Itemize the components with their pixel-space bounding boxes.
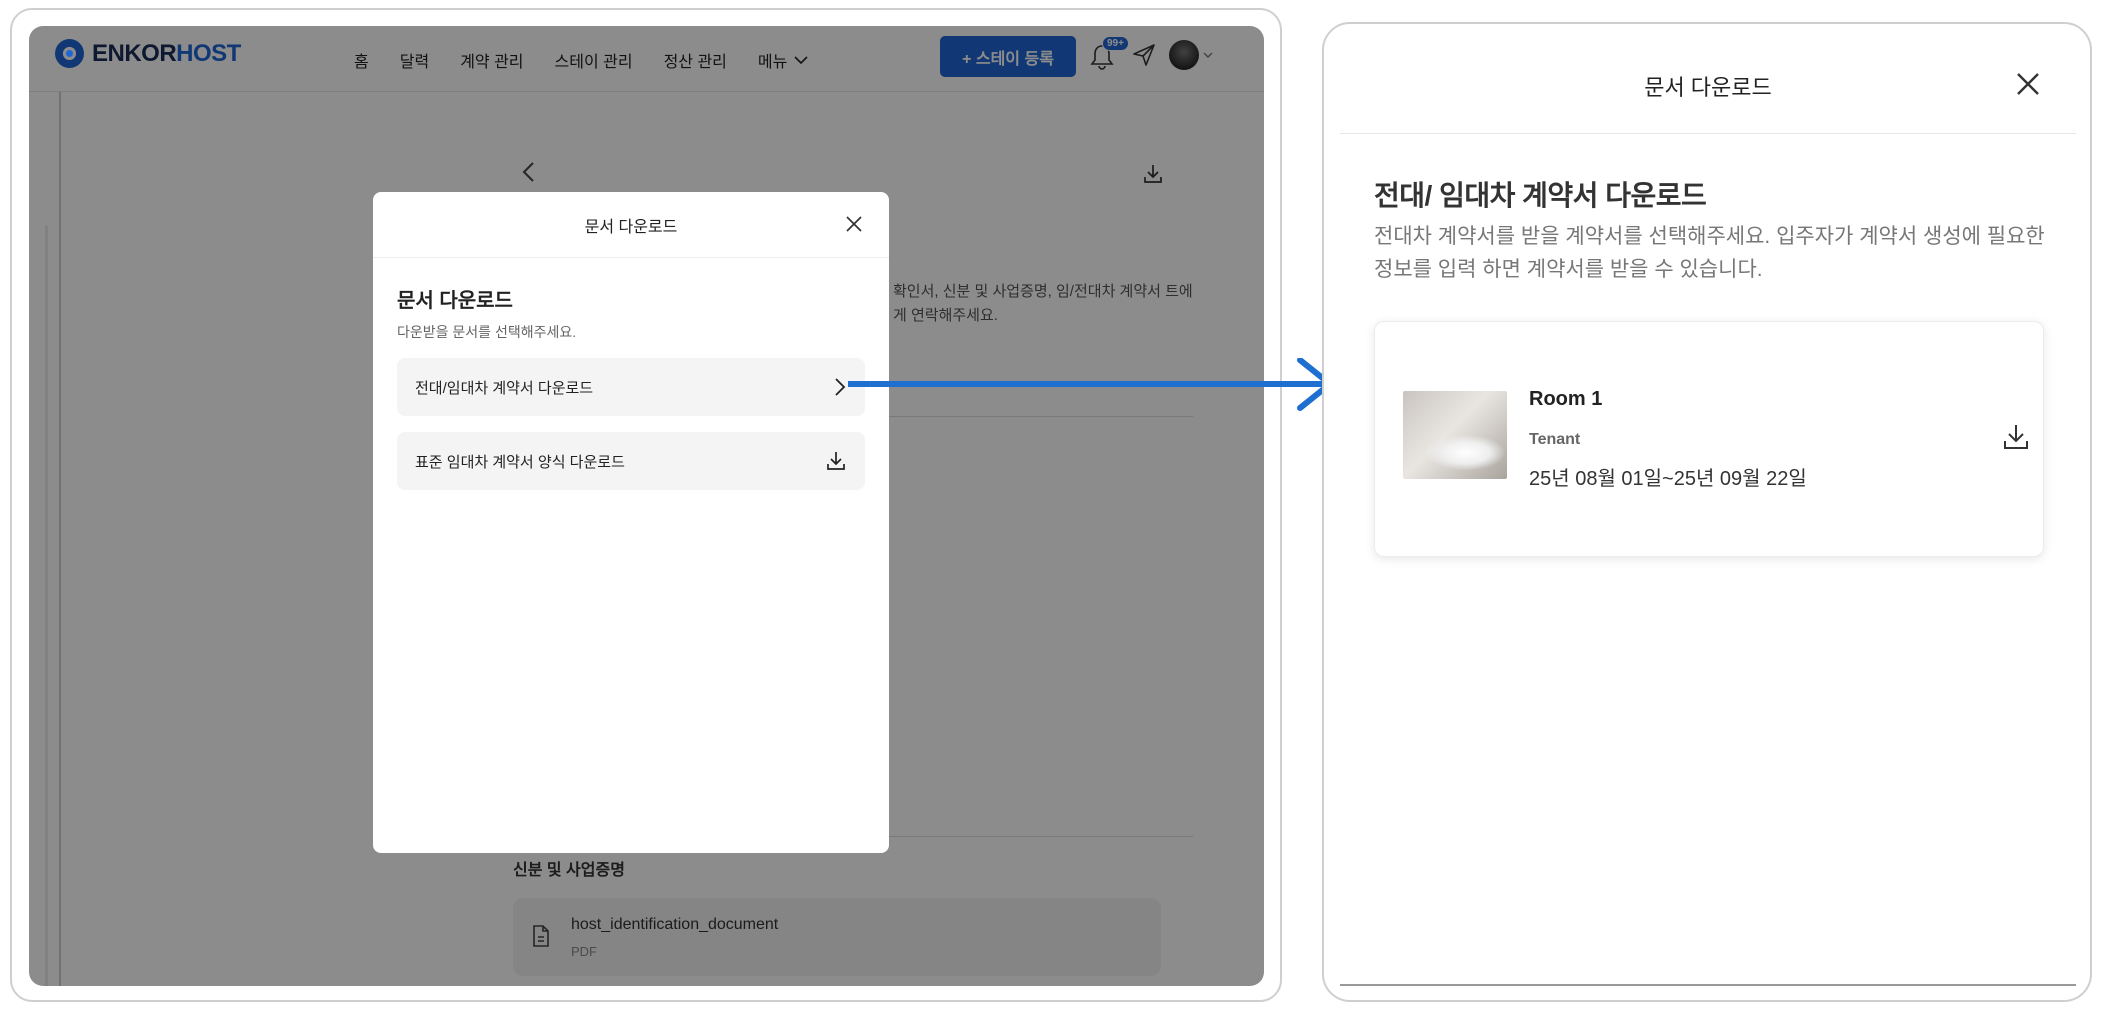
modal-subtitle: 다운받을 문서를 선택해주세요. — [397, 324, 577, 340]
download-icon — [827, 452, 845, 470]
modal-title: 문서 다운로드 — [584, 218, 678, 236]
panel-header: 문서 다운로드 — [1340, 24, 2076, 134]
room-dates: 25년 08월 01일~25년 09월 22일 — [1529, 468, 1807, 490]
option-label: 표준 임대차 계약서 양식 다운로드 — [415, 453, 625, 471]
room-role: Tenant — [1529, 431, 1581, 448]
download-icon[interactable] — [2001, 422, 2031, 452]
modal-heading: 문서 다운로드 — [397, 290, 513, 312]
room-contract-card[interactable]: Room 1 Tenant 25년 08월 01일~25년 09월 22일 — [1374, 321, 2044, 557]
close-icon[interactable] — [845, 215, 863, 233]
standard-lease-template-download-option[interactable]: 표준 임대차 계약서 양식 다운로드 — [397, 432, 865, 490]
left-screenshot-frame: ENKORHOST 홈 달력 계약 관리 스테이 관리 정산 관리 메뉴 + 스… — [10, 8, 1282, 1002]
modal-header: 문서 다운로드 — [373, 192, 889, 258]
close-icon[interactable] — [2016, 72, 2040, 96]
document-download-modal: 문서 다운로드 문서 다운로드 다운받을 문서를 선택해주세요. 전대/임대차 … — [373, 192, 889, 853]
panel-title: 문서 다운로드 — [1644, 75, 1772, 100]
right-screenshot-frame: 문서 다운로드 전대/ 임대차 계약서 다운로드 전대차 계약서를 받을 계약서… — [1322, 22, 2092, 1002]
panel-heading: 전대/ 임대차 계약서 다운로드 — [1374, 180, 1707, 211]
room-thumbnail — [1403, 391, 1507, 479]
option-label: 전대/임대차 계약서 다운로드 — [415, 379, 594, 397]
flow-arrow-icon — [848, 358, 1333, 411]
panel-bottom-line — [1340, 984, 2076, 986]
sublease-contract-download-option[interactable]: 전대/임대차 계약서 다운로드 — [397, 358, 865, 416]
panel-description: 전대차 계약서를 받을 계약서를 선택해주세요. 입주자가 계약서 생성에 필요… — [1374, 225, 2045, 281]
app-screen: ENKORHOST 홈 달력 계약 관리 스테이 관리 정산 관리 메뉴 + 스… — [29, 26, 1264, 986]
room-name: Room 1 — [1529, 388, 1603, 410]
chevron-right-icon — [835, 378, 846, 396]
